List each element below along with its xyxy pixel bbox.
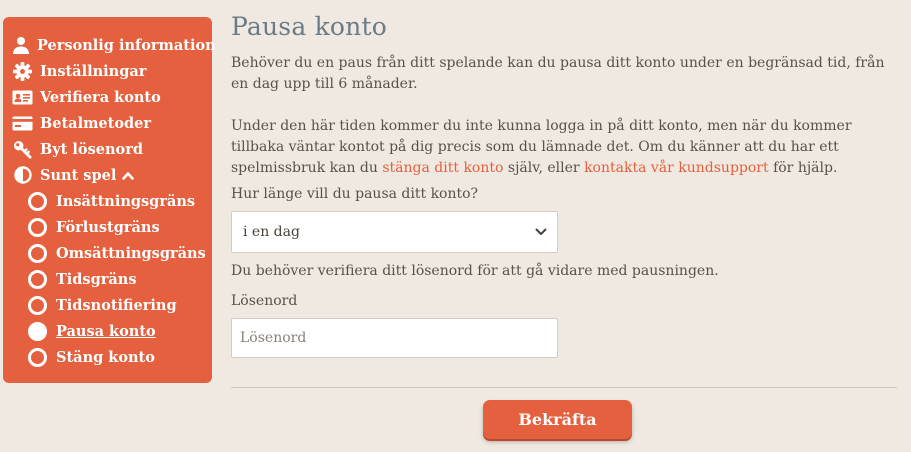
close-account-link[interactable]: stänga ditt konto <box>382 160 503 176</box>
sidebar-item-label: Personlig information <box>37 36 216 54</box>
circle-icon <box>28 269 47 289</box>
info-text-part: för hjälp. <box>768 160 838 176</box>
sidebar-item-responsible-gaming[interactable]: Sunt spel <box>3 162 212 188</box>
circle-icon <box>28 347 47 367</box>
duration-select-value: i en dag <box>243 224 300 240</box>
intro-text: Behöver du en paus från ditt spelande ka… <box>231 55 885 92</box>
sidebar-subitem-deposit-limit[interactable]: Insättningsgräns <box>3 188 212 214</box>
sidebar-subitem-label: Tidsgräns <box>56 270 137 288</box>
sidebar-item-label: Verifiera konto <box>40 88 161 106</box>
circle-icon <box>28 243 47 263</box>
user-icon <box>12 35 30 55</box>
divider <box>231 387 897 388</box>
sidebar-item-label: Byt lösenord <box>40 140 143 158</box>
password-input[interactable] <box>231 318 558 358</box>
page-title: Pausa konto <box>231 12 387 41</box>
sidebar-subitem-wager-limit[interactable]: Omsättningsgräns <box>3 240 212 266</box>
half-circle-icon <box>12 165 33 185</box>
chevron-up-icon[interactable] <box>122 167 135 184</box>
confirm-button[interactable]: Bekräfta <box>483 400 632 439</box>
sidebar-subitem-loss-limit[interactable]: Förlustgräns <box>3 214 212 240</box>
sidebar-subitem-label: Tidsnotifiering <box>56 296 177 314</box>
chevron-down-icon <box>535 224 547 240</box>
customer-support-link[interactable]: kontakta vår kundsupport <box>584 160 769 176</box>
duration-label: Hur länge vill du pausa ditt konto? <box>231 186 479 202</box>
sidebar-item-payment-methods[interactable]: Betalmetoder <box>3 110 212 136</box>
sidebar-subitem-time-limit[interactable]: Tidsgräns <box>3 266 212 292</box>
duration-select[interactable]: i en dag <box>231 211 558 253</box>
password-label: Lösenord <box>231 293 298 309</box>
sidebar-subitem-close-account[interactable]: Stäng konto <box>3 344 212 370</box>
sidebar-item-label: Inställningar <box>40 62 147 80</box>
circle-icon <box>28 217 47 237</box>
sidebar-subitem-label: Pausa konto <box>56 322 156 340</box>
key-icon <box>12 139 33 159</box>
sidebar-item-change-password[interactable]: Byt lösenord <box>3 136 212 162</box>
circle-icon <box>28 295 47 315</box>
sidebar-subitem-label: Förlustgräns <box>56 218 160 236</box>
sidebar-item-label: Sunt spel <box>40 166 117 184</box>
sidebar-item-verify-account[interactable]: Verifiera konto <box>3 84 212 110</box>
sidebar-subitem-time-notification[interactable]: Tidsnotifiering <box>3 292 212 318</box>
gear-icon <box>12 61 33 81</box>
sidebar-item-personal-info[interactable]: Personlig information <box>3 32 216 58</box>
sidebar-subitem-label: Omsättningsgräns <box>56 244 206 262</box>
sidebar-item-label: Betalmetoder <box>40 114 152 132</box>
sidebar-item-settings[interactable]: Inställningar <box>3 58 212 84</box>
circle-icon <box>28 191 47 211</box>
verify-password-text: Du behöver verifiera ditt lösenord för a… <box>231 263 719 279</box>
account-sidebar: Personlig information Inställningar Veri… <box>3 17 216 383</box>
info-text: Under den här tiden kommer du inte kunna… <box>231 116 897 179</box>
sidebar-subitem-label: Stäng konto <box>56 348 155 366</box>
credit-card-icon <box>12 113 33 133</box>
filled-circle-icon <box>28 321 47 341</box>
id-card-icon <box>12 87 33 107</box>
sidebar-subitem-label: Insättningsgräns <box>56 192 196 210</box>
info-text-part: själv, eller <box>503 160 585 176</box>
sidebar-subitem-pause-account[interactable]: Pausa konto <box>3 318 212 344</box>
